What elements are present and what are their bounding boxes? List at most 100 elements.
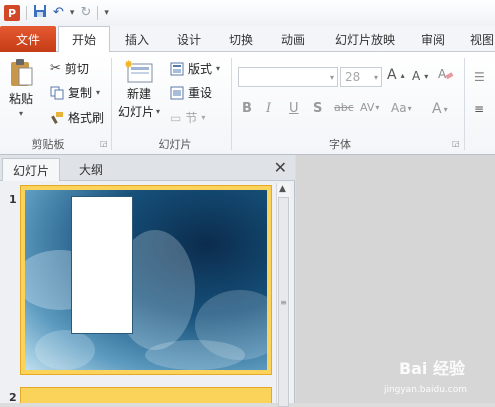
char-spacing-label: AV — [360, 101, 375, 114]
undo-icon[interactable]: ↶ — [53, 5, 64, 21]
slide-textbox-placeholder[interactable] — [71, 196, 133, 334]
slide-thumbnail-2[interactable] — [20, 387, 272, 403]
grow-font-button[interactable]: A ▴ — [387, 67, 405, 83]
save-icon[interactable] — [33, 4, 47, 23]
new-slide-dropdown-icon[interactable]: ▾ — [156, 107, 160, 116]
grow-arrow-icon: ▴ — [400, 70, 405, 80]
cut-label: 剪切 — [64, 62, 89, 76]
layout-button[interactable]: 版式 ▾ — [170, 60, 220, 77]
clipboard-launcher-icon[interactable]: ◲ — [100, 139, 108, 148]
scrollbar-thumb[interactable]: ≡ — [278, 197, 289, 407]
quick-access-toolbar: P ↶ ▾ ↻ ▾ — [0, 0, 495, 26]
tab-transitions[interactable]: 切换 — [220, 26, 262, 52]
reset-icon — [170, 86, 184, 100]
char-spacing-button[interactable]: AV ▾ — [360, 101, 379, 114]
grow-font-label: A — [387, 67, 397, 83]
paste-button[interactable]: 粘贴 ▾ — [8, 58, 34, 118]
shadow-button[interactable]: S — [313, 101, 322, 116]
group-label-font: 字体 — [329, 138, 351, 151]
reset-button[interactable]: 重设 — [170, 84, 212, 101]
undo-dropdown-icon[interactable]: ▾ — [70, 8, 75, 18]
font-family-dropdown-icon[interactable]: ▾ — [330, 73, 334, 82]
font-size-dropdown-icon[interactable]: ▾ — [374, 73, 378, 82]
font-family-combo[interactable]: ▾ — [238, 67, 338, 87]
tab-home[interactable]: 开始 — [58, 26, 110, 53]
copy-label: 复制 — [68, 86, 93, 100]
ribbon-tabs: 文件 开始 插入 设计 切换 动画 幻灯片放映 审阅 视图 — [0, 26, 495, 53]
layout-label: 版式 — [188, 62, 213, 76]
font-color-label: A — [432, 101, 442, 117]
tab-slides-pane[interactable]: 幻灯片 — [2, 158, 60, 181]
format-painter-label: 格式刷 — [68, 111, 105, 125]
format-painter-button[interactable]: 格式刷 — [50, 109, 104, 126]
align-left-icon[interactable]: ≡ — [474, 102, 484, 116]
underline-button[interactable]: U — [289, 101, 299, 116]
bullets-icon[interactable]: ☰ — [474, 70, 485, 84]
wave-foam — [35, 330, 95, 370]
slide-editor-area[interactable]: Bai 经验 jingyan.baidu.com — [296, 155, 495, 403]
paste-label: 粘贴 — [8, 92, 33, 106]
shrink-arrow-icon: ▾ — [424, 71, 429, 81]
change-case-button[interactable]: Aa ▾ — [391, 101, 412, 115]
font-launcher-icon[interactable]: ◲ — [452, 139, 460, 148]
copy-icon — [50, 86, 64, 100]
section-icon: ▭ — [170, 110, 182, 125]
new-slide-icon: ✸ — [124, 58, 154, 84]
format-painter-icon — [50, 111, 64, 125]
tab-view[interactable]: 视图 — [462, 26, 495, 52]
svg-text:A: A — [438, 67, 447, 81]
section-dropdown-icon[interactable]: ▾ — [201, 113, 205, 122]
font-color-button[interactable]: A ▾ — [432, 101, 448, 117]
tab-design[interactable]: 设计 — [168, 26, 210, 52]
redo-icon[interactable]: ↻ — [80, 5, 91, 21]
wave-foam — [145, 340, 245, 370]
close-pane-icon[interactable]: ✕ — [274, 158, 287, 177]
cut-button[interactable]: ✂ 剪切 — [50, 60, 89, 77]
change-case-label: Aa — [391, 101, 407, 115]
divider — [26, 6, 27, 20]
reset-label: 重设 — [188, 86, 213, 100]
watermark-brand: Bai 经验 — [398, 359, 465, 378]
tab-review[interactable]: 审阅 — [412, 26, 454, 52]
new-slide-label-1: 新建 — [127, 87, 152, 101]
font-size-value: 28 — [345, 70, 361, 84]
group-label-slides: 幻灯片 — [158, 138, 192, 151]
powerpoint-logo-icon[interactable]: P — [4, 5, 20, 21]
slide-number-2: 2 — [9, 391, 17, 404]
change-case-dropdown-icon[interactable]: ▾ — [408, 104, 412, 113]
divider — [97, 6, 99, 20]
divider — [231, 58, 232, 150]
layout-icon — [170, 62, 184, 76]
pane-scrollbar[interactable]: ▲ ≡ — [276, 183, 290, 407]
watermark-url: jingyan.baidu.com — [383, 385, 467, 395]
tab-animations[interactable]: 动画 — [272, 26, 314, 52]
shrink-font-button[interactable]: A ▾ — [412, 69, 428, 83]
svg-text:✸: ✸ — [124, 58, 133, 71]
tab-slideshow[interactable]: 幻灯片放映 — [328, 26, 402, 52]
scroll-up-icon[interactable]: ▲ — [279, 184, 286, 194]
section-button[interactable]: ▭ 节 ▾ — [170, 109, 205, 126]
new-slide-button[interactable]: ✸ 新建 幻灯片 ▾ — [118, 58, 160, 120]
font-size-combo[interactable]: 28 ▾ — [340, 67, 382, 87]
copy-button[interactable]: 复制 ▾ — [50, 84, 100, 101]
clear-formatting-button[interactable]: A — [438, 66, 454, 82]
ribbon-home: 粘贴 ▾ ✂ 剪切 复制 ▾ 格式刷 剪贴板 ◲ ✸ 新建 幻灯片 ▾ 版式 ▾… — [0, 52, 495, 155]
section-label: 节 — [185, 111, 198, 125]
font-color-dropdown-icon[interactable]: ▾ — [444, 105, 448, 114]
strikethrough-button[interactable]: abc — [334, 101, 354, 114]
customize-toolbar-icon[interactable]: ▾ — [104, 8, 109, 18]
tab-outline-pane[interactable]: 大纲 — [62, 158, 120, 181]
bold-button[interactable]: B — [242, 101, 252, 116]
clear-formatting-icon: A — [438, 66, 454, 82]
slides-pane: 幻灯片 大纲 ✕ 1 2 ▲ ≡ — [0, 155, 295, 407]
paste-icon — [8, 58, 34, 88]
char-spacing-dropdown-icon[interactable]: ▾ — [375, 103, 379, 112]
layout-dropdown-icon[interactable]: ▾ — [216, 64, 220, 73]
tab-file[interactable]: 文件 — [0, 26, 56, 52]
group-label-clipboard: 剪贴板 — [31, 138, 65, 151]
copy-dropdown-icon[interactable]: ▾ — [96, 88, 100, 97]
italic-button[interactable]: I — [266, 101, 271, 116]
tab-insert[interactable]: 插入 — [116, 26, 158, 52]
paste-dropdown-icon[interactable]: ▾ — [19, 109, 23, 118]
slide-thumbnail-1[interactable] — [20, 185, 272, 375]
